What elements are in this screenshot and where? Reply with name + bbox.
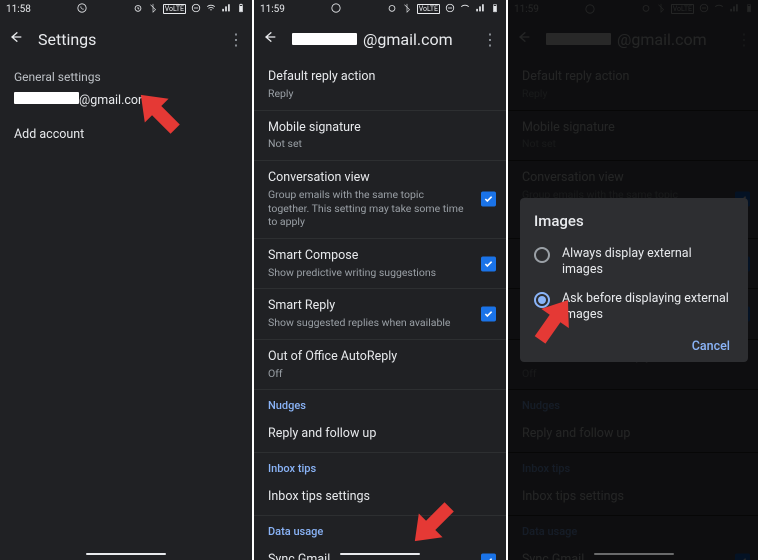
alarm-icon — [387, 3, 397, 16]
page-title: @gmail.com — [292, 30, 468, 49]
inbox-tips-item[interactable]: Inbox tips settings — [254, 480, 506, 516]
status-bar: 11:58 VoLTE — [0, 0, 252, 18]
clock: 11:59 — [260, 4, 285, 15]
back-icon[interactable] — [262, 29, 278, 49]
sync-gmail-item[interactable]: Sync Gmail — [254, 543, 506, 560]
data-usage-header: Data usage — [254, 516, 506, 543]
wifi-icon — [460, 3, 470, 16]
radio-icon — [534, 292, 550, 308]
conversation-view-item[interactable]: Conversation view Group emails with the … — [254, 161, 506, 239]
bluetooth-icon — [402, 3, 412, 16]
dnd-icon — [191, 3, 201, 16]
radio-icon — [534, 247, 550, 263]
signal-icon — [475, 3, 485, 16]
add-account-item[interactable]: Add account — [0, 119, 252, 153]
checkbox-icon[interactable] — [481, 192, 496, 207]
nudges-header: Nudges — [254, 390, 506, 417]
volte-icon: VoLTE — [163, 4, 186, 14]
radio-always[interactable]: Always display external images — [534, 240, 734, 285]
account-item[interactable]: @gmail.com — [0, 88, 252, 119]
checkbox-icon[interactable] — [481, 256, 496, 271]
dialog-overlay[interactable]: Images Always display external images As… — [508, 0, 758, 560]
nav-handle — [86, 553, 166, 555]
phone-settings: 11:58 VoLTE Settings ⋮ General settings … — [0, 0, 252, 560]
cancel-button[interactable]: Cancel — [688, 333, 734, 360]
radio-ask[interactable]: Ask before displaying external images — [534, 285, 734, 330]
phone-account-settings: 11:59 VoLTE @gmail.com ⋮ Default reply a… — [254, 0, 506, 560]
redacted-email — [14, 92, 79, 104]
smart-reply-item[interactable]: Smart Reply Show suggested replies when … — [254, 289, 506, 340]
whatsapp-icon — [331, 3, 341, 16]
bluetooth-icon — [148, 3, 158, 16]
ooo-item[interactable]: Out of Office AutoReply Off — [254, 340, 506, 391]
default-reply-item[interactable]: Default reply action Reply — [254, 60, 506, 111]
nav-handle — [340, 553, 420, 555]
alarm-icon — [133, 3, 143, 16]
mobile-sig-item[interactable]: Mobile signature Not set — [254, 111, 506, 162]
general-settings-item[interactable]: General settings — [0, 60, 252, 88]
clock: 11:58 — [6, 4, 31, 15]
inbox-tips-header: Inbox tips — [254, 453, 506, 480]
page-title: Settings — [38, 30, 214, 49]
overflow-icon[interactable]: ⋮ — [228, 30, 244, 49]
appbar: Settings ⋮ — [0, 18, 252, 60]
signal-icon — [221, 3, 231, 16]
images-dialog: Images Always display external images As… — [520, 198, 748, 362]
battery-icon — [490, 3, 500, 16]
checkbox-icon[interactable] — [481, 553, 496, 560]
back-icon[interactable] — [8, 29, 24, 49]
whatsapp-icon — [77, 3, 87, 16]
phone-dialog: 11:59 VoLTE @gmail.com ⋮ Default reply a… — [508, 0, 758, 560]
wifi-icon — [206, 3, 216, 16]
overflow-icon[interactable]: ⋮ — [482, 30, 498, 49]
nudges-item[interactable]: Reply and follow up — [254, 417, 506, 453]
dnd-icon — [445, 3, 455, 16]
checkbox-icon[interactable] — [481, 307, 496, 322]
battery-icon — [236, 3, 246, 16]
dialog-title: Images — [534, 212, 734, 230]
smart-compose-item[interactable]: Smart Compose Show predictive writing su… — [254, 239, 506, 290]
